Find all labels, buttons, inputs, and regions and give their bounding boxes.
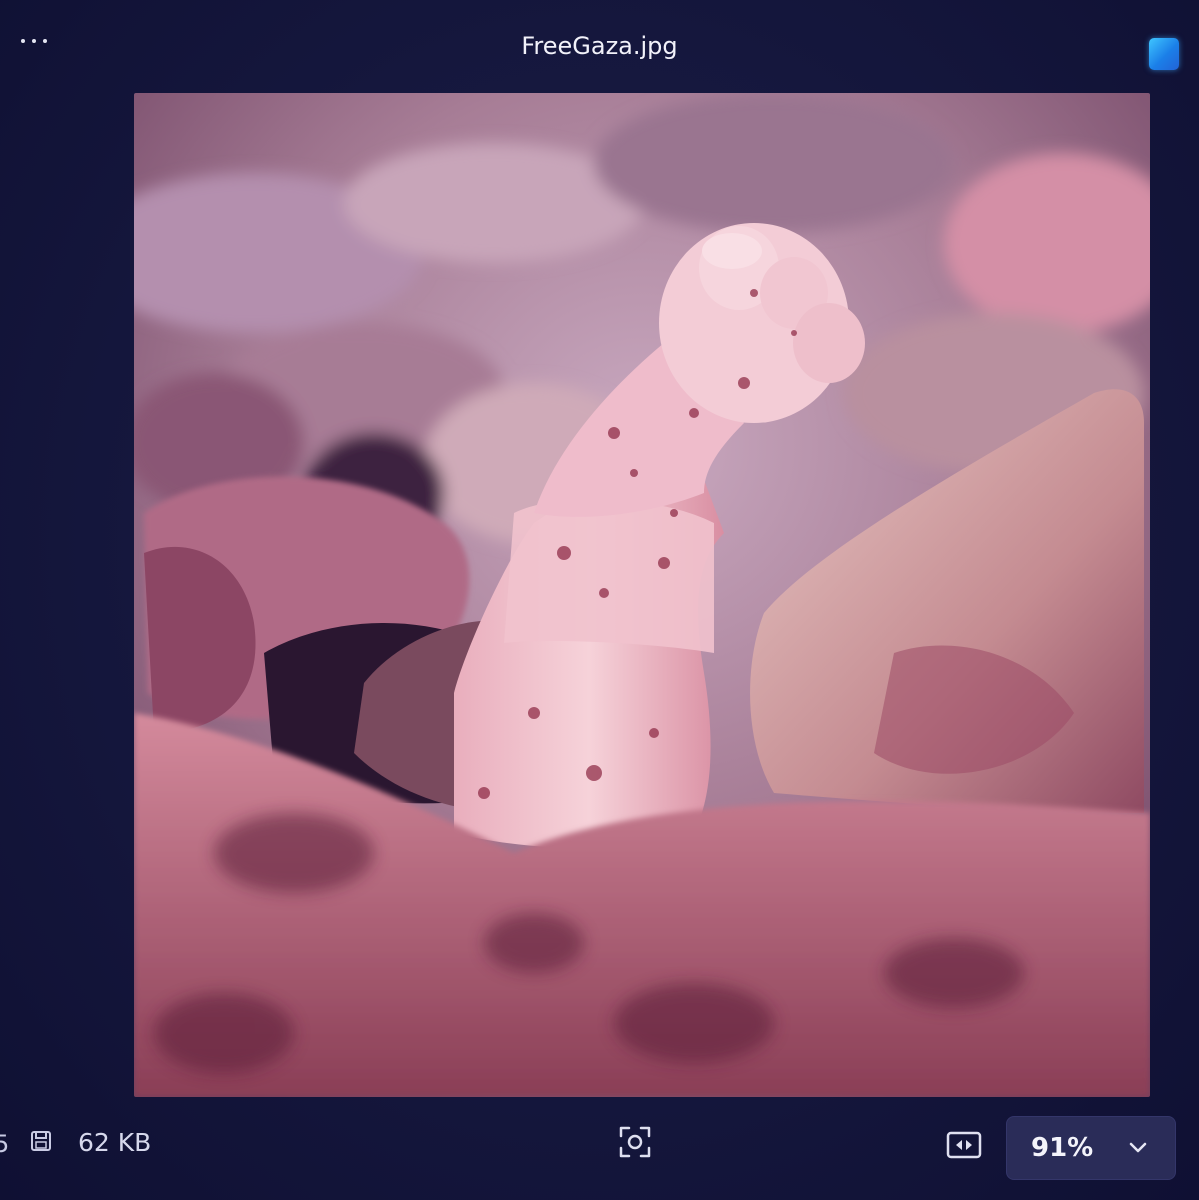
fit-to-window-icon[interactable] [946,1131,982,1159]
knuckle [793,303,865,383]
status-bar: 5 62 KB 91% [0,1104,1199,1200]
image-viewport[interactable] [134,93,1150,1097]
photos-app-icon[interactable] [1149,38,1179,70]
window-title: FreeGaza.jpg [521,32,678,60]
truncated-text: 5 [0,1130,10,1158]
photo-viewer-window: FreeGaza.jpg 5 62 KB 91% [0,0,1199,1200]
sleeve [504,499,714,653]
title-bar: FreeGaza.jpg [0,0,1199,92]
file-size: 62 KB [78,1128,152,1157]
displayed-photo [134,93,1150,1097]
zoom-level: 91% [1031,1133,1094,1163]
save-icon [31,1131,51,1151]
focus-frame-icon[interactable] [617,1124,653,1160]
chevron-down-icon [1129,1142,1147,1153]
knuckle-highlight [702,233,762,269]
zoom-dropdown[interactable]: 91% [1006,1116,1176,1180]
